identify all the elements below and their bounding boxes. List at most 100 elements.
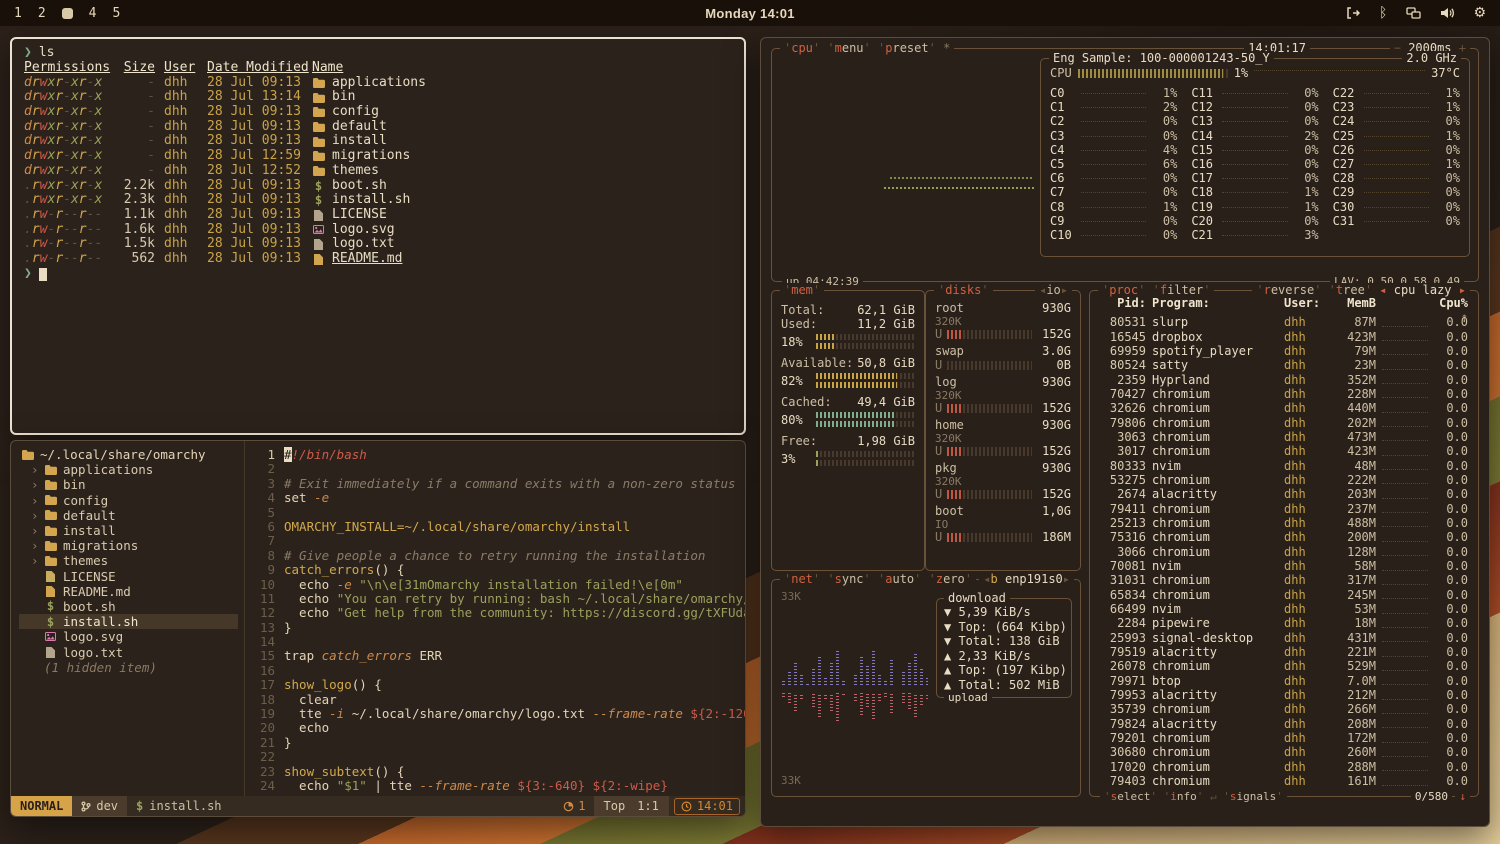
folder-icon — [312, 137, 325, 147]
process-row[interactable]: 3066chromiumdhh128M0.0 — [1093, 545, 1475, 559]
tree-item-install.sh[interactable]: $install.sh — [19, 614, 238, 629]
download-bar — [914, 653, 917, 685]
tree-item-applications[interactable]: ›applications — [19, 462, 244, 477]
file-size: 1.1k — [117, 208, 155, 223]
process-row[interactable]: 3063chromiumdhh473M0.0 — [1093, 430, 1475, 444]
process-row[interactable]: 80531slurpdhh87M0.0 — [1093, 315, 1475, 329]
cpu-core-row: C160% — [1191, 157, 1318, 171]
file-permissions: drwxr-xr-x — [24, 120, 108, 135]
network-panel-title[interactable]: 'net' 'sync' 'auto' 'zero' — [780, 572, 976, 586]
cpu-panel-title[interactable]: 'cpu' 'menu' 'preset' * — [780, 41, 954, 55]
file-size: 1.5k — [117, 237, 155, 252]
process-row[interactable]: 2359Hyprlanddhh352M0.0 — [1093, 372, 1475, 386]
process-row[interactable]: 26078chromiumdhh529M0.0 — [1093, 659, 1475, 673]
workspace-4[interactable]: 4 — [89, 6, 97, 21]
tree-item-logo.txt[interactable]: logo.txt — [19, 644, 244, 659]
process-row[interactable]: 79411chromiumdhh237M0.0 — [1093, 501, 1475, 515]
tree-item-license[interactable]: LICENSE — [19, 569, 244, 584]
process-row[interactable]: 53275chromiumdhh222M0.0 — [1093, 473, 1475, 487]
file-permissions: .rw-r--r-- — [24, 237, 108, 252]
process-row[interactable]: 79519alacrittydhh221M0.0 — [1093, 645, 1475, 659]
workspace-5[interactable]: 5 — [112, 6, 120, 21]
process-row[interactable]: 25993signal-desktopdhh431M0.0 — [1093, 631, 1475, 645]
file-date: 28 Jul 09:13 — [207, 237, 303, 252]
upload-bar — [812, 693, 815, 707]
process-row[interactable]: 66499nvimdhh53M0.0 — [1093, 602, 1475, 616]
ls-row: drwxr-xr-x-dhh28 Jul 12:59migrations — [24, 149, 732, 164]
upload-stat: ▲ 2,33 KiB/s — [944, 649, 1064, 664]
process-row[interactable]: 2674alacrittydhh203M0.0 — [1093, 487, 1475, 501]
git-branch: dev — [72, 796, 127, 816]
bluetooth-icon[interactable]: ᛒ — [1379, 5, 1387, 21]
upload-label: upload — [944, 691, 992, 705]
scroll-down-icon[interactable]: ↓ — [1455, 790, 1470, 804]
process-row[interactable]: 31031chromiumdhh317M0.0 — [1093, 573, 1475, 587]
process-row[interactable]: 80333nvimdhh48M0.0 — [1093, 458, 1475, 472]
upload-bar — [854, 693, 857, 701]
tree-item-config[interactable]: ›config — [19, 493, 244, 508]
neovim-window[interactable]: ~/.local/share/omarchy›applications›bin›… — [10, 440, 746, 817]
process-row[interactable]: 79806chromiumdhh202M0.0 — [1093, 415, 1475, 429]
ls-header-row: PermissionsSizeUserDate ModifiedName — [24, 61, 732, 76]
btop-window[interactable]: 'cpu' 'menu' 'preset' * 14:01:17 − 2000m… — [760, 37, 1490, 827]
process-row[interactable]: 79971btopdhh7.0M0.0 — [1093, 674, 1475, 688]
cpu-core-row: C280% — [1333, 171, 1460, 185]
file-tree-sidebar[interactable]: ~/.local/share/omarchy›applications›bin›… — [11, 441, 245, 796]
process-row[interactable]: 32626chromiumdhh440M0.0 — [1093, 401, 1475, 415]
process-row[interactable]: 75316chromiumdhh200M0.0 — [1093, 530, 1475, 544]
tree-item-install[interactable]: ›install — [19, 523, 244, 538]
process-sort-selector[interactable]: 'reverse' 'tree' ◂ cpu lazy ▸ — [1252, 283, 1470, 297]
upload-bar — [860, 693, 863, 715]
tree-item-logo.svg[interactable]: logo.svg — [19, 629, 244, 644]
process-panel-title[interactable]: 'proc' 'filter' — [1098, 283, 1214, 297]
process-footer-actions[interactable]: 'select' 'info' ↵ 'signals' — [1100, 790, 1287, 804]
terminal-prompt-line[interactable]: ❯ — [24, 267, 732, 282]
cpu-core-row: C60% — [1050, 171, 1177, 185]
screen-share-icon[interactable] — [1406, 7, 1421, 19]
editor-buffer[interactable]: 1#!/bin/bash23# Exit immediately if a co… — [245, 441, 745, 796]
tree-item-readme.md[interactable]: README.md — [19, 584, 244, 599]
process-row[interactable]: 79201chromiumdhh172M0.0 — [1093, 731, 1475, 745]
process-row[interactable]: 2284pipewiredhh18M0.0 — [1093, 616, 1475, 630]
download-bar — [824, 677, 827, 685]
process-row[interactable]: 35739chromiumdhh266M0.0 — [1093, 702, 1475, 716]
download-stats: ▼ 5,39 KiB/s▼ Top: (664 Kibp)▼ Total: 13… — [944, 605, 1064, 649]
process-row[interactable]: 80524sattydhh23M0.0 — [1093, 358, 1475, 372]
process-row[interactable]: 30680chromiumdhh260M0.0 — [1093, 745, 1475, 759]
network-interface[interactable]: ◂b enp191s0▸ — [979, 572, 1074, 586]
tree-item-default[interactable]: ›default — [19, 508, 244, 523]
process-row[interactable]: 79824alacrittydhh208M0.0 — [1093, 717, 1475, 731]
process-row[interactable]: 3017chromiumdhh423M0.0 — [1093, 444, 1475, 458]
process-row[interactable]: 16545dropboxdhh423M0.0 — [1093, 329, 1475, 343]
workspace-2[interactable]: 2 — [38, 6, 46, 21]
tree-item-themes[interactable]: ›themes — [19, 553, 244, 568]
disks-panel-title[interactable]: 'disks' — [934, 283, 993, 297]
process-row[interactable]: 17020chromiumdhh288M0.0 — [1093, 760, 1475, 774]
typed-command: ls — [39, 46, 55, 61]
logout-icon[interactable] — [1346, 7, 1360, 19]
active-workspace-icon[interactable] — [62, 8, 73, 19]
disk-io-rate: 320K — [933, 389, 1073, 401]
volume-icon[interactable] — [1440, 7, 1454, 19]
upload-bar — [878, 693, 881, 701]
process-row[interactable]: 79403chromiumdhh161M0.0 — [1093, 774, 1475, 788]
memory-panel-title[interactable]: 'mem' — [780, 283, 824, 297]
tree-item-bin[interactable]: ›bin — [19, 477, 244, 492]
process-row[interactable]: 79953alacrittydhh212M0.0 — [1093, 688, 1475, 702]
process-row[interactable]: 70081nvimdhh58M0.0 — [1093, 559, 1475, 573]
code-line: 22 — [245, 749, 745, 763]
process-row[interactable]: 65834chromiumdhh245M0.0 — [1093, 588, 1475, 602]
ls-header-date-modified: Date Modified — [207, 61, 303, 76]
tree-item-migrations[interactable]: ›migrations — [19, 538, 244, 553]
terminal-window-ls[interactable]: ❯ ls PermissionsSizeUserDate ModifiedNam… — [10, 37, 746, 435]
settings-gear-icon[interactable]: ⚙ — [1473, 5, 1486, 21]
process-row[interactable]: 69959spotify_playerdhh79M0.0 — [1093, 344, 1475, 358]
tree-item-boot.sh[interactable]: $boot.sh — [19, 599, 244, 614]
tree-root[interactable]: ~/.local/share/omarchy — [19, 447, 244, 462]
disks-io-toggle[interactable]: ◂io▸ — [1035, 283, 1072, 297]
workspace-1[interactable]: 1 — [14, 6, 22, 21]
shell-icon: $ — [312, 179, 325, 194]
process-row[interactable]: 70427chromiumdhh228M0.0 — [1093, 387, 1475, 401]
process-row[interactable]: 25213chromiumdhh488M0.0 — [1093, 516, 1475, 530]
download-bar — [800, 675, 803, 685]
